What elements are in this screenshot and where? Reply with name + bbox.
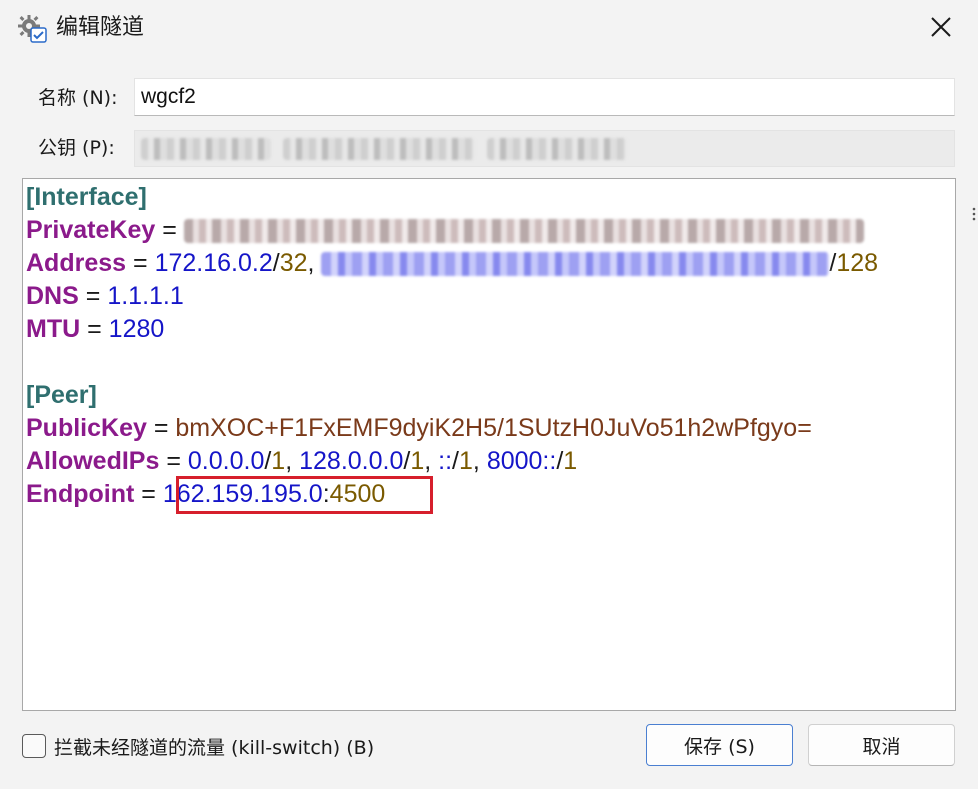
comma: , bbox=[424, 447, 432, 475]
allowed-ip: 0.0.0.0 bbox=[187, 447, 265, 475]
equals-sign: = bbox=[133, 249, 148, 277]
address-v6-mask: 128 bbox=[836, 249, 879, 277]
endpoint-highlight-box bbox=[176, 476, 433, 514]
redacted-text bbox=[283, 138, 475, 160]
cancel-button[interactable]: 取消 bbox=[808, 724, 955, 766]
equals-sign: = bbox=[87, 315, 102, 343]
address-ip: 172.16.0.2 bbox=[154, 249, 273, 277]
config-key: Endpoint bbox=[26, 480, 135, 508]
redacted-text bbox=[141, 138, 271, 160]
allowed-ip: 8000:: bbox=[486, 447, 557, 475]
section-header-peer: [Peer] bbox=[26, 381, 97, 409]
kill-switch-checkbox[interactable]: 拦截未经隧道的流量 (kill-switch) (B) bbox=[22, 732, 374, 760]
equals-sign: = bbox=[153, 414, 169, 442]
gear-check-icon bbox=[16, 13, 48, 45]
slash: / bbox=[272, 249, 280, 277]
resize-grip bbox=[972, 206, 976, 221]
name-label: 名称 (N): bbox=[38, 87, 118, 109]
editor-line: [Interface] bbox=[26, 181, 147, 214]
pubkey-field[interactable] bbox=[134, 130, 955, 167]
allowed-ip-mask: 1 bbox=[563, 447, 578, 475]
editor-line: AllowedIPs = 0.0.0.0/1, 128.0.0.0/1, ::/… bbox=[26, 445, 577, 478]
close-button[interactable] bbox=[918, 10, 964, 48]
config-key: MTU bbox=[26, 315, 81, 343]
public-key-value: bmXOC+F1FxEMF9dyiK2H5/1SUtzH0JuVo51h2wPf… bbox=[175, 414, 812, 442]
allowed-ip: :: bbox=[438, 447, 453, 475]
checkbox-box[interactable] bbox=[22, 734, 46, 758]
config-key: AllowedIPs bbox=[26, 447, 160, 475]
kill-switch-label: 拦截未经隧道的流量 (kill-switch) (B) bbox=[54, 736, 375, 759]
redacted-private-key bbox=[183, 219, 864, 244]
equals-sign: = bbox=[85, 282, 101, 310]
config-editor[interactable]: [Interface] PrivateKey = Address = 172.1… bbox=[22, 178, 956, 711]
redacted-text bbox=[487, 138, 627, 160]
allowed-ip-mask: 1 bbox=[410, 447, 425, 475]
mtu-value: 1280 bbox=[108, 315, 165, 343]
editor-line: [Peer] bbox=[26, 379, 97, 412]
name-input[interactable] bbox=[134, 78, 955, 116]
editor-line: PublicKey = bmXOC+F1FxEMF9dyiK2H5/1SUtzH… bbox=[26, 412, 812, 445]
slash: / bbox=[452, 447, 459, 475]
address-mask: 32 bbox=[279, 249, 308, 277]
comma: , bbox=[307, 249, 315, 277]
pubkey-label: 公钥 (P): bbox=[38, 137, 115, 159]
editor-line: PrivateKey = bbox=[26, 214, 864, 247]
section-header-interface: [Interface] bbox=[26, 183, 147, 211]
redacted-ipv6-address bbox=[321, 252, 830, 277]
save-button[interactable]: 保存 (S) bbox=[646, 724, 793, 766]
editor-line: MTU = 1280 bbox=[26, 313, 164, 346]
config-key: PrivateKey bbox=[26, 216, 156, 244]
window-title: 编辑隧道 bbox=[56, 15, 145, 40]
allowed-ip-mask: 1 bbox=[271, 447, 286, 475]
equals-sign: = bbox=[166, 447, 181, 475]
config-key: DNS bbox=[26, 282, 79, 310]
equals-sign: = bbox=[141, 480, 156, 508]
allowed-ip-mask: 1 bbox=[459, 447, 473, 475]
editor-line: DNS = 1.1.1.1 bbox=[26, 280, 184, 313]
dns-value: 1.1.1.1 bbox=[107, 282, 184, 310]
editor-line: Address = 172.16.0.2/32, /128 bbox=[26, 247, 878, 280]
close-icon bbox=[930, 16, 952, 42]
title-bar: 编辑隧道 bbox=[0, 0, 978, 58]
comma: , bbox=[285, 447, 293, 475]
allowed-ip: 128.0.0.0 bbox=[299, 447, 404, 475]
comma: , bbox=[472, 447, 480, 475]
config-key: PublicKey bbox=[26, 414, 147, 442]
equals-sign: = bbox=[162, 216, 177, 244]
config-key: Address bbox=[26, 249, 127, 277]
